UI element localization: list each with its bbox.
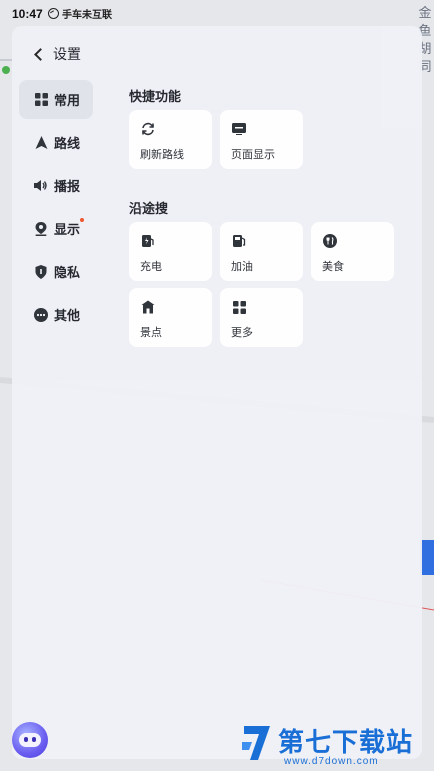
quick-functions-title: 快捷功能	[129, 89, 182, 104]
tile-label: 加油	[231, 261, 253, 273]
search-food-button[interactable]: 美食	[311, 222, 394, 281]
sidebar-item-label: 显示	[54, 218, 85, 238]
status-app-name: 手车未互联	[62, 10, 112, 21]
settings-sidebar: 常用 路线 播报 显示 隐私 其他	[19, 80, 93, 338]
shield-icon	[34, 264, 48, 279]
chevron-left-icon	[33, 47, 47, 61]
sidebar-item-label: 常用	[54, 93, 81, 108]
location-pin-icon	[34, 221, 48, 236]
sidebar-item-label: 隐私	[54, 265, 81, 280]
sidebar-item-route[interactable]: 路线	[19, 123, 93, 162]
voice-assistant-button[interactable]	[12, 722, 48, 758]
display-icon	[232, 122, 246, 136]
sidebar-item-label: 播报	[54, 179, 81, 194]
search-more-button[interactable]: 更多	[220, 288, 303, 347]
tile-label: 页面显示	[231, 149, 275, 161]
tile-label: 美食	[322, 261, 344, 273]
search-scenic-button[interactable]: 景点	[129, 288, 212, 347]
grid-icon	[34, 93, 48, 107]
sidebar-item-other[interactable]: 其他	[19, 295, 93, 334]
search-charging-button[interactable]: 充电	[129, 222, 212, 281]
settings-panel: 设置 常用 路线 播报 显示 隐私 其他 快捷功能 刷新路线 页面显示 沿途搜 …	[12, 26, 422, 759]
food-icon	[323, 234, 337, 248]
gas-station-icon	[232, 234, 246, 248]
back-button[interactable]	[26, 42, 50, 66]
sidebar-item-broadcast[interactable]: 播报	[19, 166, 93, 205]
notification-dot	[80, 218, 85, 222]
tile-label: 景点	[140, 327, 162, 339]
scenic-spot-icon	[141, 300, 155, 314]
status-time: 10:47	[12, 7, 43, 21]
speaker-icon	[34, 179, 48, 193]
watermark-url: www.d7down.com	[284, 756, 379, 767]
sidebar-item-display[interactable]: 显示	[19, 209, 93, 248]
sidebar-item-label: 路线	[54, 136, 81, 151]
tile-label: 充电	[140, 261, 162, 273]
refresh-icon	[141, 122, 155, 136]
search-gas-button[interactable]: 加油	[220, 222, 303, 281]
watermark-logo-icon	[242, 726, 270, 760]
sidebar-item-label: 其他	[54, 308, 81, 323]
navigation-arrow-icon	[34, 136, 48, 150]
car-link-icon	[48, 8, 59, 19]
grid-more-icon	[232, 300, 246, 314]
charging-station-icon	[141, 234, 155, 248]
page-display-button[interactable]: 页面显示	[220, 110, 303, 169]
sidebar-item-privacy[interactable]: 隐私	[19, 252, 93, 291]
sidebar-item-common[interactable]: 常用	[19, 80, 93, 119]
status-app-connection: 手车未互联	[48, 6, 112, 21]
tile-label: 更多	[231, 327, 253, 339]
watermark-title: 第七下载站	[278, 727, 414, 757]
more-dots-icon	[34, 307, 48, 322]
tile-label: 刷新路线	[140, 149, 184, 161]
watermark: 第七下载站 www.d7down.com	[240, 718, 430, 768]
along-route-search-title: 沿途搜	[129, 201, 169, 216]
robot-icon	[19, 733, 41, 747]
status-bar: 10:47 手车未互联	[0, 0, 434, 26]
refresh-route-button[interactable]: 刷新路线	[129, 110, 212, 169]
page-title: 设置	[53, 46, 81, 62]
